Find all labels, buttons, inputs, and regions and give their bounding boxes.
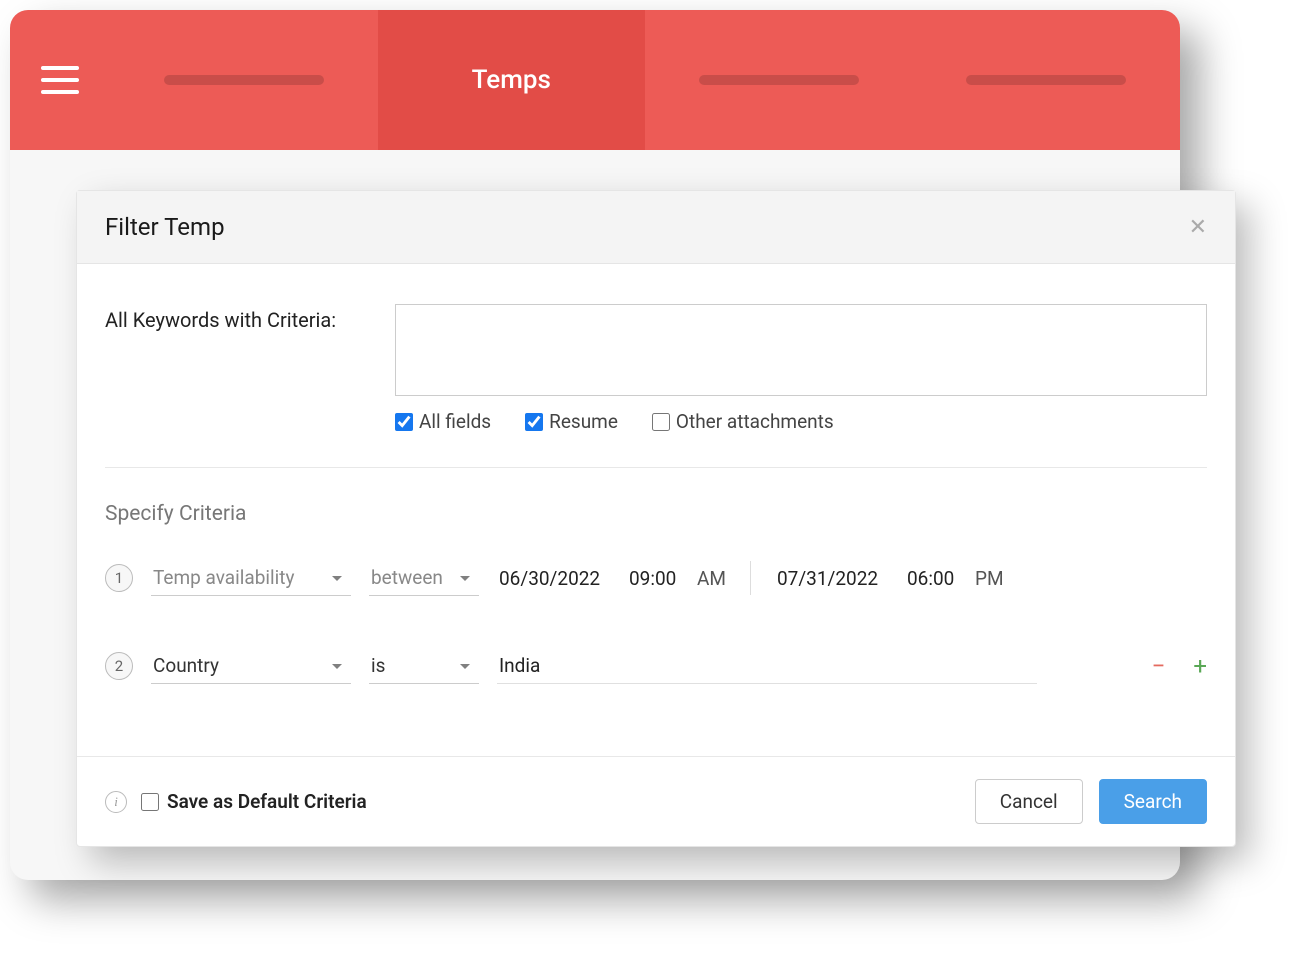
check-other-attachments[interactable]: Other attachments: [652, 410, 834, 433]
save-default-box[interactable]: [141, 793, 159, 811]
check-other-box[interactable]: [652, 413, 670, 431]
keyword-checks: All fields Resume Other attachments: [395, 410, 1207, 433]
divider: [105, 467, 1207, 468]
check-label: Resume: [549, 410, 618, 433]
placeholder-icon: [699, 75, 859, 85]
remove-criteria-icon[interactable]: −: [1152, 652, 1166, 680]
criteria-value-input[interactable]: [497, 648, 1037, 684]
save-default-check[interactable]: Save as Default Criteria: [141, 790, 367, 813]
hamburger-icon: [41, 66, 79, 94]
modal-footer: i Save as Default Criteria Cancel Search: [77, 756, 1235, 846]
row-actions: − +: [1152, 652, 1207, 680]
to-datetime: PM: [775, 561, 1004, 596]
close-icon[interactable]: ✕: [1189, 215, 1207, 240]
modal-body: All Keywords with Criteria: All fields R…: [77, 264, 1235, 756]
check-all-fields-box[interactable]: [395, 413, 413, 431]
check-label: Other attachments: [676, 410, 834, 433]
to-meridiem: PM: [975, 567, 1004, 590]
footer-buttons: Cancel Search: [975, 779, 1207, 824]
criteria-operator-select[interactable]: between: [369, 560, 479, 596]
from-date-input[interactable]: [497, 561, 617, 596]
keywords-input[interactable]: [395, 304, 1207, 396]
criteria-row: 2 Country is − +: [105, 648, 1207, 684]
criteria-field-select[interactable]: Temp availability: [151, 560, 351, 596]
criteria-number: 1: [105, 564, 133, 592]
search-button[interactable]: Search: [1099, 779, 1207, 824]
check-label: All fields: [419, 410, 491, 433]
check-resume[interactable]: Resume: [525, 410, 618, 433]
criteria-field-select[interactable]: Country: [151, 648, 351, 684]
keywords-label: All Keywords with Criteria:: [105, 304, 365, 396]
placeholder-icon: [164, 75, 324, 85]
specify-criteria-title: Specify Criteria: [105, 502, 1207, 526]
modal-header: Filter Temp ✕: [77, 191, 1235, 264]
criteria-number: 2: [105, 652, 133, 680]
keywords-row: All Keywords with Criteria:: [105, 304, 1207, 396]
check-resume-box[interactable]: [525, 413, 543, 431]
modal-title: Filter Temp: [105, 213, 225, 241]
app-header: Temps: [10, 10, 1180, 150]
filter-modal: Filter Temp ✕ All Keywords with Criteria…: [76, 190, 1236, 847]
criteria-row: 1 Temp availability between AM PM: [105, 560, 1207, 596]
nav-tab-label: Temps: [472, 65, 551, 95]
nav-tab-placeholder-3[interactable]: [913, 10, 1181, 150]
add-criteria-icon[interactable]: +: [1193, 652, 1207, 680]
to-time-input[interactable]: [905, 561, 965, 596]
nav-tab-temps[interactable]: Temps: [378, 10, 646, 150]
nav-tab-placeholder-1[interactable]: [110, 10, 378, 150]
nav-tab-placeholder-2[interactable]: [645, 10, 913, 150]
menu-button[interactable]: [10, 66, 110, 94]
placeholder-icon: [966, 75, 1126, 85]
from-time-input[interactable]: [627, 561, 687, 596]
vertical-separator: [750, 561, 751, 595]
cancel-button[interactable]: Cancel: [975, 779, 1083, 824]
nav-tabs: Temps: [110, 10, 1180, 150]
check-all-fields[interactable]: All fields: [395, 410, 491, 433]
to-date-input[interactable]: [775, 561, 895, 596]
from-meridiem: AM: [697, 567, 726, 590]
from-datetime: AM: [497, 561, 726, 596]
info-icon[interactable]: i: [105, 791, 127, 813]
save-default-label: Save as Default Criteria: [167, 790, 367, 813]
criteria-operator-select[interactable]: is: [369, 648, 479, 684]
